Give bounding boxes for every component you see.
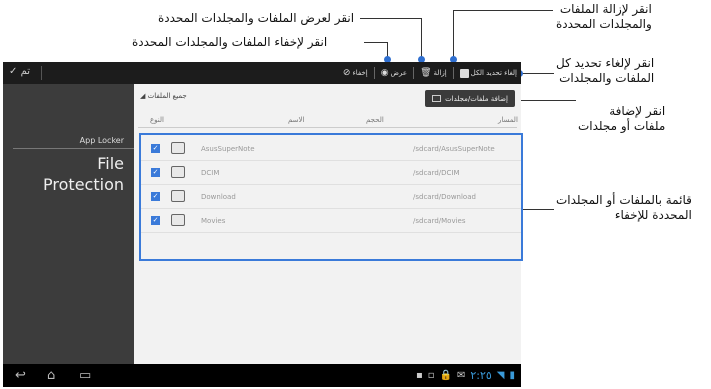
column-header: النوع الاسم الحجم المسار [138, 114, 518, 128]
callout-line-view [360, 18, 422, 19]
row-name: DCIM [201, 169, 220, 177]
callout-line-hide [364, 42, 388, 43]
row-path: /sdcard/AsusSuperNote [413, 145, 495, 153]
mail-icon: ✉ [456, 370, 466, 381]
row-path: /sdcard/Download [413, 193, 476, 201]
all-files-dropdown[interactable]: ◢ جميع الملفات [140, 92, 187, 100]
callout-line-remove [453, 10, 553, 11]
callout-line-deselect [520, 73, 554, 74]
column-path[interactable]: المسار [498, 116, 518, 124]
file-list-panel: ◢ جميع الملفات إضافة ملفات/مجلدات النوع … [134, 84, 523, 364]
callout-remove: انقر لإزالة الملفات والمجلدات المحددة [556, 2, 652, 31]
row-checkbox[interactable]: ✓ [151, 216, 160, 225]
callout-line-remove-v [453, 10, 454, 58]
add-files-label: إضافة ملفات/مجلدات [445, 94, 508, 103]
wifi-icon: ◥ [496, 370, 505, 381]
action-divider [373, 67, 375, 79]
sidebar-divider [13, 148, 134, 149]
status-area[interactable]: ▪ ▫ 🔒 ✉ ٢:٢٥ ◥ ▮ [416, 369, 515, 382]
folder-icon [171, 214, 185, 226]
sidebar: App Locker File Protection [3, 84, 134, 364]
remove-label: إزالة [433, 69, 447, 77]
callout-line-view-v [421, 18, 422, 58]
action-divider [452, 67, 454, 79]
trash-icon: 🗑 [420, 68, 432, 78]
callout-line-list [520, 209, 554, 210]
row-checkbox[interactable]: ✓ [151, 144, 160, 153]
row-path: /sdcard/Movies [413, 217, 466, 225]
column-name[interactable]: الاسم [288, 116, 304, 124]
callout-view: انقر لعرض الملفات والمجلدات المحددة [158, 11, 355, 25]
selected-files-list: ✓ AsusSuperNote /sdcard/AsusSuperNote ✓ … [139, 133, 523, 261]
list-item[interactable]: ✓ Download /sdcard/Download [141, 185, 521, 209]
callout-add: انقر لإضافة ملفات أو مجلدات [578, 104, 666, 133]
row-name: Movies [201, 217, 226, 225]
done-button[interactable]: ✓ تم [9, 66, 30, 77]
deselect-all-label: إلغاء تحديد الكل [470, 69, 517, 77]
list-item[interactable]: ✓ DCIM /sdcard/DCIM [141, 161, 521, 185]
eye-icon: ◉ [380, 68, 389, 78]
recent-apps-icon[interactable]: ▭ [79, 368, 91, 383]
row-checkbox[interactable]: ✓ [151, 192, 160, 201]
row-name: AsusSuperNote [201, 145, 255, 153]
row-name: Download [201, 193, 236, 201]
sidebar-item-file-protection[interactable]: File Protection [14, 154, 124, 196]
row-checkbox[interactable]: ✓ [151, 168, 160, 177]
system-navigation-bar: ↩ ⌂ ▭ ▪ ▫ 🔒 ✉ ٢:٢٥ ◥ ▮ [3, 364, 521, 387]
done-label: تم [20, 66, 31, 77]
action-bar-divider [41, 66, 42, 80]
folder-icon [171, 166, 185, 178]
app-name: App Locker [79, 136, 124, 145]
callout-deselect: انقر لإلغاء تحديد كل الملفات والمجلدات [556, 56, 655, 85]
hide-label: إخفاء [352, 69, 368, 77]
battery-icon: ▮ [509, 370, 515, 381]
folder-add-icon [432, 95, 442, 102]
file-icon: ▪ [415, 370, 423, 381]
deselect-all-button[interactable]: إلغاء تحديد الكل [459, 68, 517, 78]
image-icon: ▫ [427, 370, 435, 381]
action-divider [413, 67, 415, 79]
list-item[interactable]: ✓ AsusSuperNote /sdcard/AsusSuperNote [141, 137, 521, 161]
action-buttons: إلغاء تحديد الكل إزالة 🗑 عرض ◉ إخفاء ⊘ [343, 65, 517, 81]
all-files-label: جميع الملفات [147, 92, 187, 100]
row-path: /sdcard/DCIM [413, 169, 460, 177]
list-item[interactable]: ✓ Movies /sdcard/Movies [141, 209, 521, 233]
hide-button[interactable]: إخفاء ⊘ [343, 68, 368, 78]
clock: ٢:٢٥ [470, 369, 492, 382]
view-button[interactable]: عرض ◉ [381, 68, 407, 78]
action-bar: ✓ تم إلغاء تحديد الكل إزالة 🗑 عرض ◉ إخفا… [3, 62, 521, 84]
lock-icon: 🔒 [439, 370, 452, 381]
remove-button[interactable]: إزالة 🗑 [420, 68, 447, 78]
back-icon[interactable]: ↩ [15, 368, 26, 383]
folder-icon [171, 142, 185, 154]
callout-hide: انقر لإخفاء الملفات والمجلدات المحددة [132, 35, 328, 49]
eye-off-icon: ⊘ [342, 68, 351, 78]
column-size[interactable]: الحجم [366, 116, 384, 124]
add-files-button[interactable]: إضافة ملفات/مجلدات [425, 90, 515, 107]
callout-list: قائمة بالملفات أو المجلدات المحددة للإخف… [556, 193, 692, 222]
callout-line-add [512, 100, 576, 101]
device-screen: ✓ تم إلغاء تحديد الكل إزالة 🗑 عرض ◉ إخفا… [3, 62, 523, 387]
view-label: عرض [390, 69, 408, 77]
column-type[interactable]: النوع [150, 116, 164, 124]
home-icon[interactable]: ⌂ [47, 368, 55, 383]
folder-icon [171, 190, 185, 202]
deselect-icon [459, 68, 469, 78]
